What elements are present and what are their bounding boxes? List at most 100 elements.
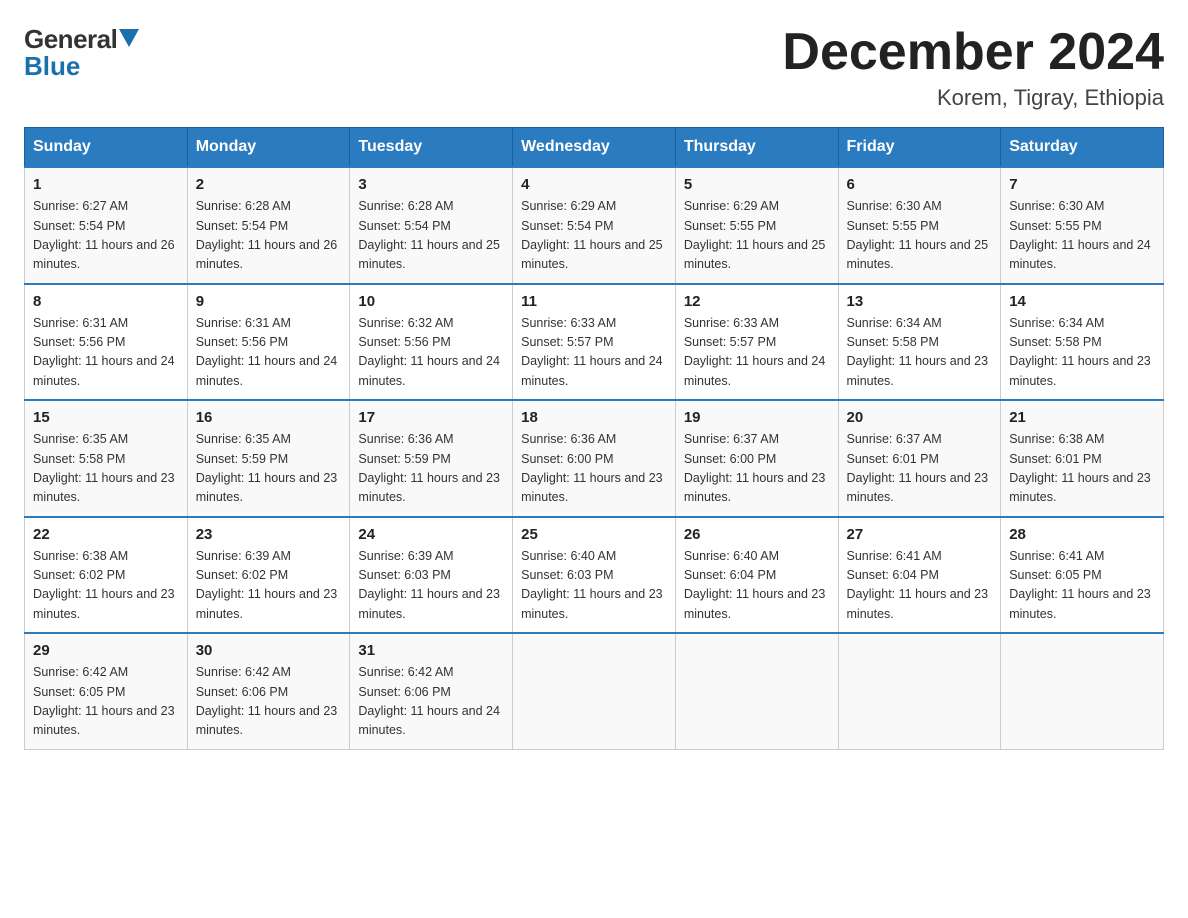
column-header-saturday: Saturday	[1001, 128, 1164, 168]
location-title: Korem, Tigray, Ethiopia	[782, 85, 1164, 111]
day-info: Sunrise: 6:42 AMSunset: 6:06 PMDaylight:…	[358, 665, 500, 737]
day-info: Sunrise: 6:39 AMSunset: 6:02 PMDaylight:…	[196, 549, 338, 621]
day-info: Sunrise: 6:42 AMSunset: 6:06 PMDaylight:…	[196, 665, 338, 737]
day-info: Sunrise: 6:34 AMSunset: 5:58 PMDaylight:…	[847, 316, 989, 388]
day-number: 17	[358, 409, 504, 426]
day-number: 2	[196, 176, 342, 193]
day-cell: 19 Sunrise: 6:37 AMSunset: 6:00 PMDaylig…	[675, 400, 838, 517]
day-cell: 24 Sunrise: 6:39 AMSunset: 6:03 PMDaylig…	[350, 517, 513, 634]
day-number: 4	[521, 176, 667, 193]
calendar-header: SundayMondayTuesdayWednesdayThursdayFrid…	[25, 128, 1164, 168]
day-cell: 23 Sunrise: 6:39 AMSunset: 6:02 PMDaylig…	[187, 517, 350, 634]
day-number: 29	[33, 642, 179, 659]
day-number: 27	[847, 526, 993, 543]
day-info: Sunrise: 6:29 AMSunset: 5:54 PMDaylight:…	[521, 199, 663, 271]
day-number: 26	[684, 526, 830, 543]
day-cell: 17 Sunrise: 6:36 AMSunset: 5:59 PMDaylig…	[350, 400, 513, 517]
day-cell: 28 Sunrise: 6:41 AMSunset: 6:05 PMDaylig…	[1001, 517, 1164, 634]
calendar-table: SundayMondayTuesdayWednesdayThursdayFrid…	[24, 127, 1164, 750]
page-header: General Blue December 2024 Korem, Tigray…	[24, 24, 1164, 111]
logo: General Blue	[24, 24, 139, 82]
day-cell: 27 Sunrise: 6:41 AMSunset: 6:04 PMDaylig…	[838, 517, 1001, 634]
day-info: Sunrise: 6:31 AMSunset: 5:56 PMDaylight:…	[33, 316, 175, 388]
day-cell: 11 Sunrise: 6:33 AMSunset: 5:57 PMDaylig…	[513, 284, 676, 401]
day-info: Sunrise: 6:33 AMSunset: 5:57 PMDaylight:…	[684, 316, 826, 388]
day-cell: 26 Sunrise: 6:40 AMSunset: 6:04 PMDaylig…	[675, 517, 838, 634]
logo-blue-text: Blue	[24, 51, 139, 82]
day-info: Sunrise: 6:28 AMSunset: 5:54 PMDaylight:…	[196, 199, 338, 271]
day-info: Sunrise: 6:30 AMSunset: 5:55 PMDaylight:…	[1009, 199, 1151, 271]
day-cell: 13 Sunrise: 6:34 AMSunset: 5:58 PMDaylig…	[838, 284, 1001, 401]
day-info: Sunrise: 6:29 AMSunset: 5:55 PMDaylight:…	[684, 199, 826, 271]
day-info: Sunrise: 6:28 AMSunset: 5:54 PMDaylight:…	[358, 199, 500, 271]
column-header-friday: Friday	[838, 128, 1001, 168]
logo-triangle-icon	[119, 29, 139, 47]
day-number: 22	[33, 526, 179, 543]
day-cell	[675, 633, 838, 749]
day-cell: 1 Sunrise: 6:27 AMSunset: 5:54 PMDayligh…	[25, 167, 188, 284]
day-number: 7	[1009, 176, 1155, 193]
week-row-4: 22 Sunrise: 6:38 AMSunset: 6:02 PMDaylig…	[25, 517, 1164, 634]
day-info: Sunrise: 6:39 AMSunset: 6:03 PMDaylight:…	[358, 549, 500, 621]
day-cell: 31 Sunrise: 6:42 AMSunset: 6:06 PMDaylig…	[350, 633, 513, 749]
day-number: 30	[196, 642, 342, 659]
day-number: 13	[847, 293, 993, 310]
day-number: 31	[358, 642, 504, 659]
day-number: 16	[196, 409, 342, 426]
day-info: Sunrise: 6:42 AMSunset: 6:05 PMDaylight:…	[33, 665, 175, 737]
week-row-1: 1 Sunrise: 6:27 AMSunset: 5:54 PMDayligh…	[25, 167, 1164, 284]
day-info: Sunrise: 6:35 AMSunset: 5:58 PMDaylight:…	[33, 432, 175, 504]
day-cell	[513, 633, 676, 749]
day-info: Sunrise: 6:30 AMSunset: 5:55 PMDaylight:…	[847, 199, 989, 271]
day-number: 19	[684, 409, 830, 426]
week-row-3: 15 Sunrise: 6:35 AMSunset: 5:58 PMDaylig…	[25, 400, 1164, 517]
column-header-thursday: Thursday	[675, 128, 838, 168]
day-info: Sunrise: 6:37 AMSunset: 6:00 PMDaylight:…	[684, 432, 826, 504]
day-number: 9	[196, 293, 342, 310]
day-info: Sunrise: 6:34 AMSunset: 5:58 PMDaylight:…	[1009, 316, 1151, 388]
day-number: 28	[1009, 526, 1155, 543]
day-number: 24	[358, 526, 504, 543]
day-info: Sunrise: 6:31 AMSunset: 5:56 PMDaylight:…	[196, 316, 338, 388]
day-info: Sunrise: 6:41 AMSunset: 6:05 PMDaylight:…	[1009, 549, 1151, 621]
day-info: Sunrise: 6:32 AMSunset: 5:56 PMDaylight:…	[358, 316, 500, 388]
day-number: 5	[684, 176, 830, 193]
day-number: 18	[521, 409, 667, 426]
day-cell: 12 Sunrise: 6:33 AMSunset: 5:57 PMDaylig…	[675, 284, 838, 401]
week-row-2: 8 Sunrise: 6:31 AMSunset: 5:56 PMDayligh…	[25, 284, 1164, 401]
day-info: Sunrise: 6:27 AMSunset: 5:54 PMDaylight:…	[33, 199, 175, 271]
day-cell: 6 Sunrise: 6:30 AMSunset: 5:55 PMDayligh…	[838, 167, 1001, 284]
day-cell: 10 Sunrise: 6:32 AMSunset: 5:56 PMDaylig…	[350, 284, 513, 401]
day-cell: 18 Sunrise: 6:36 AMSunset: 6:00 PMDaylig…	[513, 400, 676, 517]
day-info: Sunrise: 6:36 AMSunset: 5:59 PMDaylight:…	[358, 432, 500, 504]
column-header-wednesday: Wednesday	[513, 128, 676, 168]
day-cell: 8 Sunrise: 6:31 AMSunset: 5:56 PMDayligh…	[25, 284, 188, 401]
day-cell: 7 Sunrise: 6:30 AMSunset: 5:55 PMDayligh…	[1001, 167, 1164, 284]
day-cell: 15 Sunrise: 6:35 AMSunset: 5:58 PMDaylig…	[25, 400, 188, 517]
day-cell: 25 Sunrise: 6:40 AMSunset: 6:03 PMDaylig…	[513, 517, 676, 634]
day-info: Sunrise: 6:35 AMSunset: 5:59 PMDaylight:…	[196, 432, 338, 504]
day-info: Sunrise: 6:38 AMSunset: 6:01 PMDaylight:…	[1009, 432, 1151, 504]
day-info: Sunrise: 6:40 AMSunset: 6:03 PMDaylight:…	[521, 549, 663, 621]
day-number: 11	[521, 293, 667, 310]
day-cell: 16 Sunrise: 6:35 AMSunset: 5:59 PMDaylig…	[187, 400, 350, 517]
day-info: Sunrise: 6:33 AMSunset: 5:57 PMDaylight:…	[521, 316, 663, 388]
day-cell: 20 Sunrise: 6:37 AMSunset: 6:01 PMDaylig…	[838, 400, 1001, 517]
day-cell	[838, 633, 1001, 749]
day-cell: 30 Sunrise: 6:42 AMSunset: 6:06 PMDaylig…	[187, 633, 350, 749]
header-row: SundayMondayTuesdayWednesdayThursdayFrid…	[25, 128, 1164, 168]
day-cell: 5 Sunrise: 6:29 AMSunset: 5:55 PMDayligh…	[675, 167, 838, 284]
column-header-tuesday: Tuesday	[350, 128, 513, 168]
day-number: 6	[847, 176, 993, 193]
day-number: 20	[847, 409, 993, 426]
day-info: Sunrise: 6:40 AMSunset: 6:04 PMDaylight:…	[684, 549, 826, 621]
day-cell: 14 Sunrise: 6:34 AMSunset: 5:58 PMDaylig…	[1001, 284, 1164, 401]
day-number: 8	[33, 293, 179, 310]
day-cell: 9 Sunrise: 6:31 AMSunset: 5:56 PMDayligh…	[187, 284, 350, 401]
day-number: 25	[521, 526, 667, 543]
day-number: 15	[33, 409, 179, 426]
day-cell	[1001, 633, 1164, 749]
day-info: Sunrise: 6:37 AMSunset: 6:01 PMDaylight:…	[847, 432, 989, 504]
day-number: 14	[1009, 293, 1155, 310]
column-header-monday: Monday	[187, 128, 350, 168]
